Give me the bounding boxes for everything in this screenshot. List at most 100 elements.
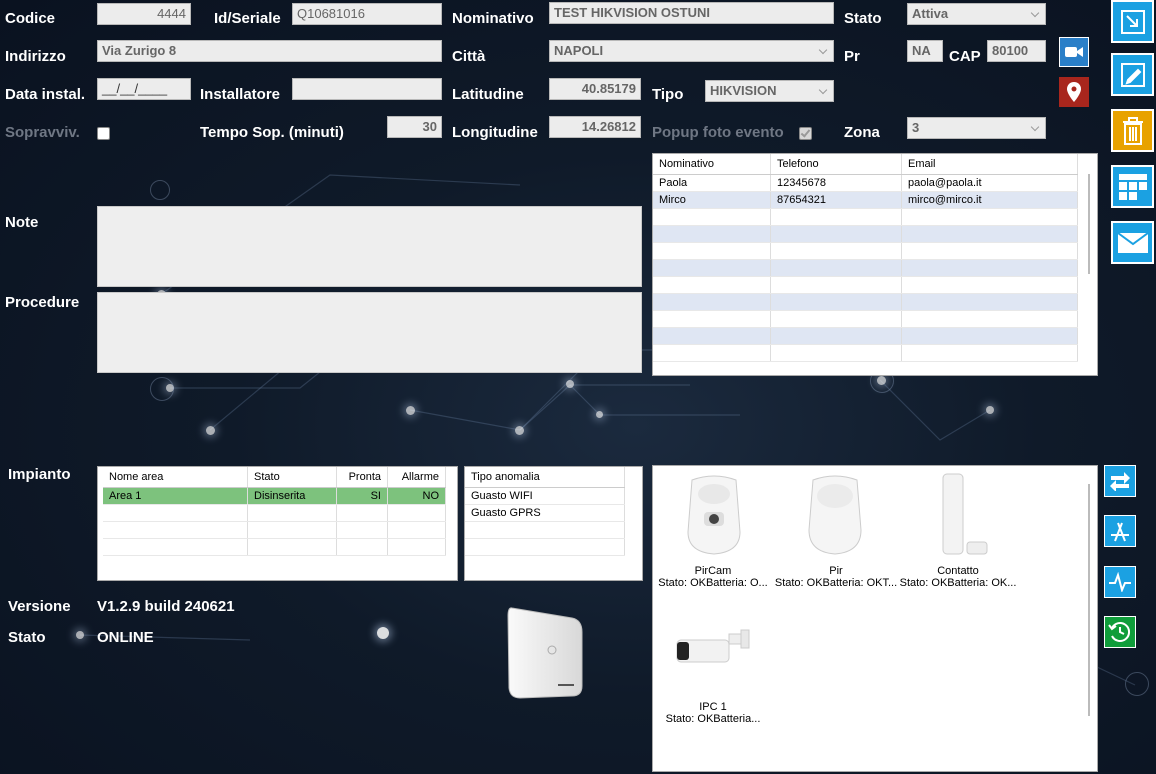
areas-table: Nome area Stato Pronta Allarme Area 1 Di… [97, 466, 458, 581]
tempo-sop-label: Tempo Sop. (minuti) [200, 124, 344, 141]
contacts-header[interactable]: Email [901, 154, 1078, 175]
table-row[interactable]: Guasto WIFI [465, 487, 625, 505]
codice-field[interactable]: 4444 [97, 3, 191, 25]
tempo-sop-field[interactable]: 30 [387, 116, 442, 138]
stato-select[interactable]: Attiva [907, 3, 1046, 25]
note-textarea[interactable] [97, 206, 642, 287]
nominativo-field[interactable]: TEST HIKVISION OSTUNI [549, 2, 834, 24]
contacts-header-row: Nominativo Telefono Email [653, 154, 1078, 175]
tipo-select[interactable]: HIKVISION [705, 80, 834, 102]
device-name: Contatto [937, 565, 979, 577]
device-item[interactable]: PirCam Stato: OKBatteria: O... [653, 565, 778, 589]
pr-label: Pr [844, 48, 860, 65]
app-store-icon [1111, 522, 1129, 542]
table-row [465, 521, 625, 539]
delete-button[interactable] [1111, 109, 1154, 152]
sopravviv-checkbox[interactable] [97, 127, 110, 140]
data-instal-label: Data instal. [5, 86, 86, 103]
table-row [103, 538, 446, 556]
hub-device-image [506, 604, 584, 700]
grid-view-button[interactable] [1111, 165, 1154, 208]
cap-label: CAP [949, 48, 981, 65]
grid-icon [1118, 173, 1147, 200]
map-location-button[interactable] [1059, 77, 1089, 107]
table-row[interactable]: Mirco 87654321 mirco@mirco.it [653, 191, 1078, 209]
table-cell: mirco@mirco.it [901, 191, 1078, 209]
camera-button[interactable] [1059, 37, 1089, 67]
table-cell: Area 1 [103, 487, 248, 505]
versione-value: V1.2.9 build 240621 [97, 598, 235, 615]
table-cell: paola@paola.it [901, 174, 1078, 192]
device-item[interactable]: Contatto Stato: OKBatteria: OK... [893, 565, 1023, 589]
note-label: Note [5, 214, 39, 231]
contacts-header[interactable]: Nominativo [653, 154, 771, 175]
enter-arrow-icon [1120, 9, 1145, 34]
data-instal-field[interactable]: __/__/____ [97, 78, 191, 100]
swap-arrows-icon [1110, 472, 1130, 491]
devices-panel: PirCam Stato: OKBatteria: O... Pir Stato… [652, 465, 1098, 772]
table-row [653, 310, 1078, 328]
zona-label: Zona [844, 124, 880, 141]
login-button[interactable] [1111, 0, 1154, 43]
devices-scrollbar[interactable] [1088, 484, 1090, 716]
versione-label: Versione [8, 598, 71, 615]
table-cell: 12345678 [770, 174, 902, 192]
device-status: Stato: OKBatteria... [665, 713, 761, 725]
contacts-scrollbar[interactable] [1088, 174, 1090, 274]
table-row [653, 344, 1078, 362]
installatore-field[interactable] [292, 78, 442, 100]
areas-header[interactable]: Pronta [336, 467, 388, 488]
pr-field[interactable]: NA [907, 40, 943, 62]
indirizzo-field[interactable]: Via Zurigo 8 [97, 40, 442, 62]
cap-field[interactable]: 80100 [987, 40, 1046, 62]
map-pin-icon [1067, 82, 1081, 102]
table-row [103, 504, 446, 522]
procedure-textarea[interactable] [97, 292, 642, 373]
citta-label: Città [452, 48, 486, 65]
pulse-icon [1109, 572, 1131, 592]
stato-conn-label: Stato [8, 629, 46, 646]
contacts-header[interactable]: Telefono [770, 154, 902, 175]
envelope-icon [1116, 231, 1149, 253]
table-row[interactable]: Guasto GPRS [465, 504, 625, 522]
apps-button[interactable] [1104, 515, 1136, 547]
device-item[interactable]: IPC 1 Stato: OKBatteria... [653, 701, 778, 725]
device-item[interactable]: Pir Stato: OKBatteria: OKT... [771, 565, 901, 589]
table-row [653, 293, 1078, 311]
longitudine-field[interactable]: 14.26812 [549, 116, 641, 138]
areas-header[interactable]: Allarme [387, 467, 446, 488]
areas-header[interactable]: Stato [247, 467, 337, 488]
table-row[interactable]: Paola 12345678 paola@paola.it [653, 174, 1078, 192]
anomalies-header[interactable]: Tipo anomalia [465, 467, 625, 488]
email-button[interactable] [1111, 221, 1154, 264]
device-name: Pir [829, 565, 843, 577]
areas-header[interactable]: Nome area [103, 467, 248, 488]
history-clock-icon [1108, 622, 1131, 642]
table-row[interactable]: Area 1 Disinserita SI NO [103, 487, 446, 505]
swap-button[interactable] [1104, 465, 1136, 497]
latitudine-field[interactable]: 40.85179 [549, 78, 641, 100]
table-cell: NO [387, 487, 446, 505]
edit-button[interactable] [1111, 53, 1154, 96]
edit-pencil-icon [1120, 62, 1145, 87]
table-cell: SI [336, 487, 388, 505]
table-row [653, 276, 1078, 294]
indirizzo-label: Indirizzo [5, 48, 66, 65]
popup-checkbox[interactable] [799, 127, 812, 140]
table-row [653, 242, 1078, 260]
device-status: Stato: OKBatteria: O... [658, 577, 768, 589]
activity-button[interactable] [1104, 566, 1136, 598]
contatto-device-image [937, 472, 993, 560]
device-name: PirCam [694, 565, 732, 577]
table-row [465, 538, 625, 556]
video-camera-icon [1065, 47, 1083, 57]
zona-select[interactable]: 3 [907, 117, 1046, 139]
sopravviv-label: Sopravviv. [5, 124, 80, 141]
table-row [653, 208, 1078, 226]
idseriale-field[interactable]: Q10681016 [292, 3, 442, 25]
history-button[interactable] [1104, 616, 1136, 648]
citta-select[interactable]: NAPOLI [549, 40, 834, 62]
table-row [653, 225, 1078, 243]
table-cell: Guasto GPRS [465, 504, 625, 522]
table-cell: Disinserita [247, 487, 337, 505]
